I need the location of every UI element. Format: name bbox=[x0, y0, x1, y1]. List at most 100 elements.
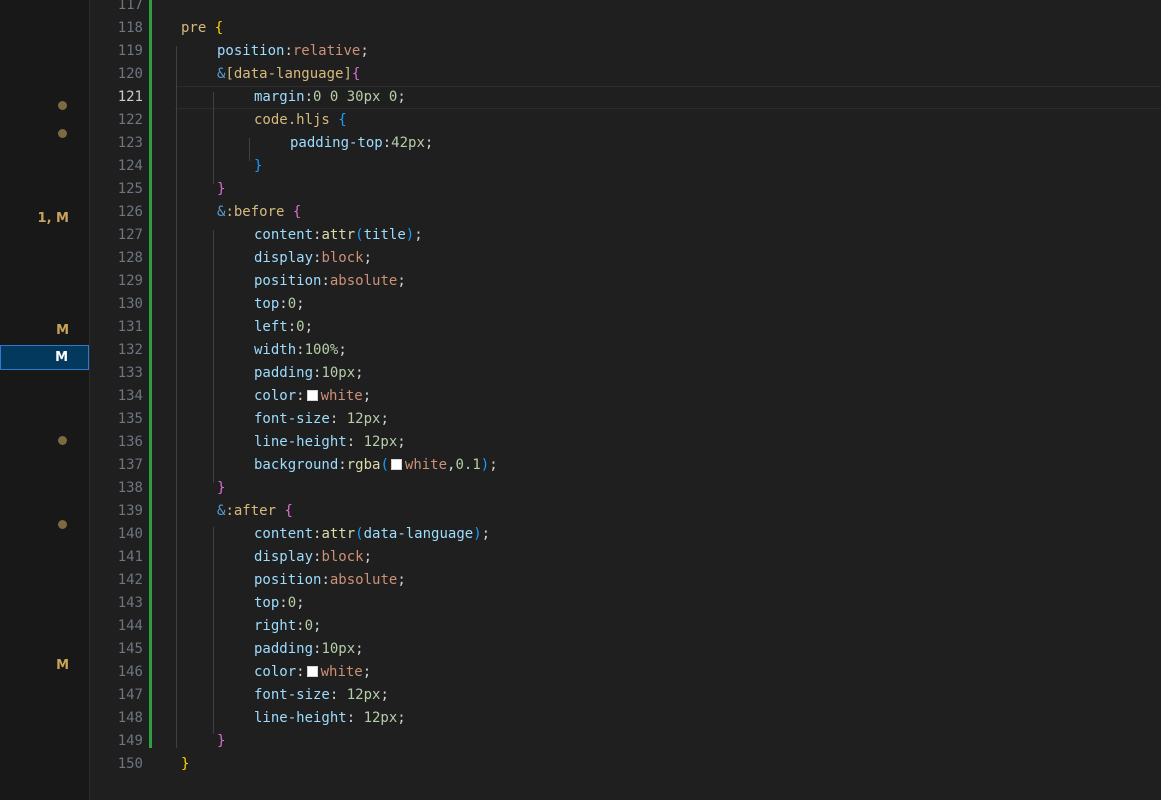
indent-guide bbox=[176, 46, 177, 748]
punctuation: ; bbox=[397, 273, 406, 289]
indent-guide bbox=[249, 138, 250, 161]
code-line[interactable]: background:rgba(white,0.1); bbox=[254, 454, 498, 477]
code-line[interactable]: pre { bbox=[181, 17, 223, 40]
css-value: 12px bbox=[363, 710, 398, 726]
code-line[interactable]: } bbox=[254, 155, 262, 178]
line-number[interactable]: 143 bbox=[91, 592, 143, 615]
bracket: } bbox=[217, 480, 226, 496]
code-line[interactable]: width:100%; bbox=[254, 339, 347, 362]
line-number[interactable]: 136 bbox=[91, 431, 143, 454]
line-number[interactable]: 137 bbox=[91, 454, 143, 477]
line-number[interactable]: 146 bbox=[91, 661, 143, 684]
code-line[interactable]: line-height: 12px; bbox=[254, 431, 406, 454]
line-number[interactable]: 123 bbox=[91, 132, 143, 155]
line-number[interactable]: 134 bbox=[91, 385, 143, 408]
line-number[interactable]: 118 bbox=[91, 17, 143, 40]
code-line[interactable]: position:absolute; bbox=[254, 270, 406, 293]
code-line[interactable]: &:after { bbox=[217, 500, 293, 523]
bracket: } bbox=[217, 181, 226, 197]
line-number[interactable]: 120 bbox=[91, 63, 143, 86]
css-property: top bbox=[254, 296, 280, 312]
code-line[interactable]: padding:10px; bbox=[254, 362, 364, 385]
color-swatch-icon[interactable] bbox=[306, 390, 318, 401]
css-property: width bbox=[254, 342, 297, 358]
line-number[interactable]: 128 bbox=[91, 247, 143, 270]
code-line[interactable]: position:relative; bbox=[217, 40, 369, 63]
line-number[interactable]: 126 bbox=[91, 201, 143, 224]
css-property: color bbox=[254, 388, 297, 404]
line-number[interactable]: 149 bbox=[91, 730, 143, 753]
punctuation: ; bbox=[481, 526, 491, 542]
line-number[interactable]: 139 bbox=[91, 500, 143, 523]
punctuation: ; bbox=[362, 388, 372, 404]
code-line[interactable]: &:before { bbox=[217, 201, 301, 224]
css-value: 0 bbox=[287, 296, 297, 312]
punctuation: : bbox=[296, 664, 305, 680]
line-number[interactable]: 117 bbox=[91, 0, 143, 17]
line-number[interactable]: 119 bbox=[91, 40, 143, 63]
code-line[interactable]: font-size: 12px; bbox=[254, 684, 389, 707]
code-line[interactable]: color: white; bbox=[254, 661, 371, 684]
code-line[interactable]: display:block; bbox=[254, 247, 372, 270]
code-line[interactable]: left:0; bbox=[254, 316, 313, 339]
color-swatch-icon[interactable] bbox=[390, 459, 402, 470]
code-area[interactable]: pre { position:relative; &[data-language… bbox=[175, 0, 1161, 800]
code-editor[interactable]: 117 118 119 120 121 122 123 124 125 126 127 128 129 1… bbox=[91, 0, 1161, 800]
line-number[interactable]: 145 bbox=[91, 638, 143, 661]
code-line[interactable]: color: white; bbox=[254, 385, 371, 408]
code-line[interactable]: } bbox=[217, 730, 225, 753]
punctuation: ; bbox=[489, 457, 498, 473]
line-number[interactable]: 121 bbox=[91, 86, 143, 109]
code-line[interactable]: font-size: 12px; bbox=[254, 408, 389, 431]
bracket: ) bbox=[473, 526, 482, 542]
code-line[interactable]: top:0; bbox=[254, 592, 305, 615]
code-line[interactable]: padding:10px; bbox=[254, 638, 364, 661]
code-line[interactable]: margin:0 0 30px 0; bbox=[254, 86, 406, 109]
git-modified-indicator[interactable] bbox=[149, 0, 152, 748]
line-number[interactable]: 140 bbox=[91, 523, 143, 546]
line-number[interactable]: 150 bbox=[91, 753, 143, 776]
line-number[interactable]: 144 bbox=[91, 615, 143, 638]
line-number[interactable]: 147 bbox=[91, 684, 143, 707]
code-line[interactable]: code.hljs { bbox=[254, 109, 347, 132]
function-argument: data-language bbox=[363, 526, 474, 542]
code-line[interactable]: } bbox=[181, 753, 189, 776]
line-number[interactable]: 142 bbox=[91, 569, 143, 592]
line-number[interactable]: 138 bbox=[91, 477, 143, 500]
css-value: 42px bbox=[391, 135, 425, 151]
css-property: line-height bbox=[254, 710, 347, 726]
code-line[interactable]: content:attr(title); bbox=[254, 224, 423, 247]
css-property: display bbox=[254, 549, 314, 565]
selected-file-item[interactable]: M bbox=[0, 345, 89, 370]
code-line[interactable]: padding-top:42px; bbox=[290, 132, 433, 155]
code-line[interactable]: line-height: 12px; bbox=[254, 707, 406, 730]
punctuation: : bbox=[296, 388, 305, 404]
color-swatch-icon[interactable] bbox=[306, 666, 318, 677]
line-number[interactable]: 141 bbox=[91, 546, 143, 569]
css-value: 0 bbox=[287, 595, 297, 611]
code-line[interactable]: display:block; bbox=[254, 546, 372, 569]
line-number[interactable]: 129 bbox=[91, 270, 143, 293]
css-property: display bbox=[254, 250, 314, 266]
line-number[interactable]: 130 bbox=[91, 293, 143, 316]
punctuation: : bbox=[321, 273, 330, 289]
line-number[interactable]: 148 bbox=[91, 707, 143, 730]
line-number[interactable]: 135 bbox=[91, 408, 143, 431]
line-number[interactable]: 127 bbox=[91, 224, 143, 247]
line-number[interactable]: 131 bbox=[91, 316, 143, 339]
css-value: block bbox=[321, 250, 364, 266]
code-line[interactable]: } bbox=[217, 477, 225, 500]
code-line[interactable]: } bbox=[217, 178, 225, 201]
line-number[interactable]: 124 bbox=[91, 155, 143, 178]
line-number[interactable]: 132 bbox=[91, 339, 143, 362]
code-line[interactable]: top:0; bbox=[254, 293, 305, 316]
code-line[interactable]: content:attr(data-language); bbox=[254, 523, 490, 546]
bracket: { bbox=[292, 204, 302, 220]
line-number[interactable]: 122 bbox=[91, 109, 143, 132]
line-number[interactable]: 125 bbox=[91, 178, 143, 201]
punctuation: ; bbox=[296, 296, 305, 312]
code-line[interactable]: right:0; bbox=[254, 615, 321, 638]
line-number[interactable]: 133 bbox=[91, 362, 143, 385]
code-line[interactable]: position:absolute; bbox=[254, 569, 406, 592]
code-line[interactable]: &[data-language]{ bbox=[217, 63, 360, 86]
